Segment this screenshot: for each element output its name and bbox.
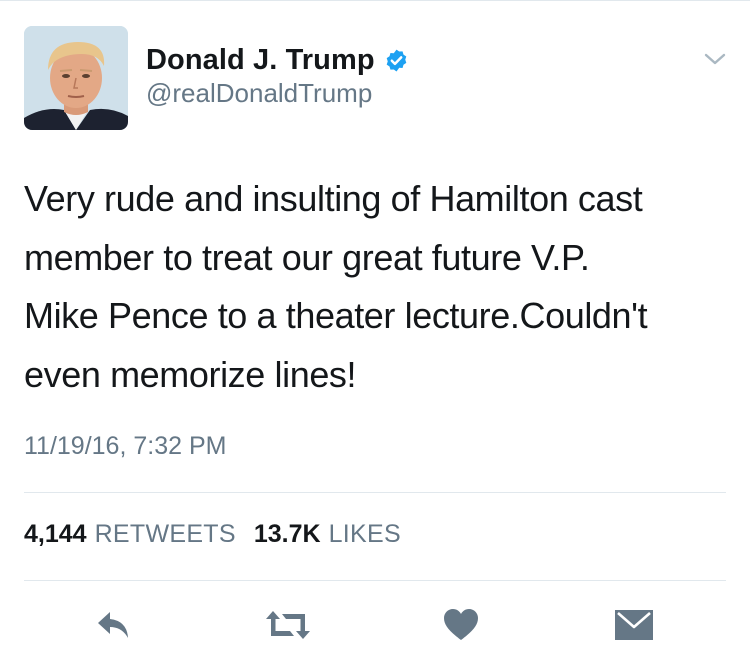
- retweet-count[interactable]: 4,144: [24, 520, 87, 549]
- verified-badge-icon: [384, 48, 409, 73]
- engagement-stats: 4,144 RETWEETS 13.7K LIKES: [24, 520, 401, 549]
- profile-photo-icon: [24, 26, 128, 130]
- reply-icon: [98, 612, 128, 638]
- user-handle[interactable]: @realDonaldTrump: [146, 78, 372, 109]
- like-button[interactable]: [443, 608, 479, 642]
- divider: [24, 580, 726, 581]
- retweet-label[interactable]: RETWEETS: [95, 520, 236, 549]
- divider: [24, 492, 726, 493]
- tweet-timestamp[interactable]: 11/19/16, 7:32 PM: [24, 432, 226, 461]
- reply-button[interactable]: [94, 608, 134, 642]
- like-label[interactable]: LIKES: [329, 520, 401, 549]
- retweet-button[interactable]: [264, 608, 312, 642]
- tweet-card: Donald J. Trump @realDonaldTrump Very ru…: [0, 0, 750, 666]
- action-bar: [0, 600, 750, 650]
- name-row: Donald J. Trump: [146, 40, 409, 80]
- direct-message-icon: [615, 610, 653, 640]
- top-divider: [0, 0, 750, 1]
- retweet-icon: [266, 611, 310, 639]
- avatar[interactable]: [24, 26, 128, 130]
- tweet-text: Very rude and insulting of Hamilton cast…: [24, 178, 648, 395]
- chevron-down-icon[interactable]: [702, 50, 728, 68]
- heart-icon: [444, 609, 478, 640]
- like-count[interactable]: 13.7K: [254, 520, 321, 549]
- display-name[interactable]: Donald J. Trump: [146, 44, 375, 77]
- direct-message-button[interactable]: [614, 608, 654, 642]
